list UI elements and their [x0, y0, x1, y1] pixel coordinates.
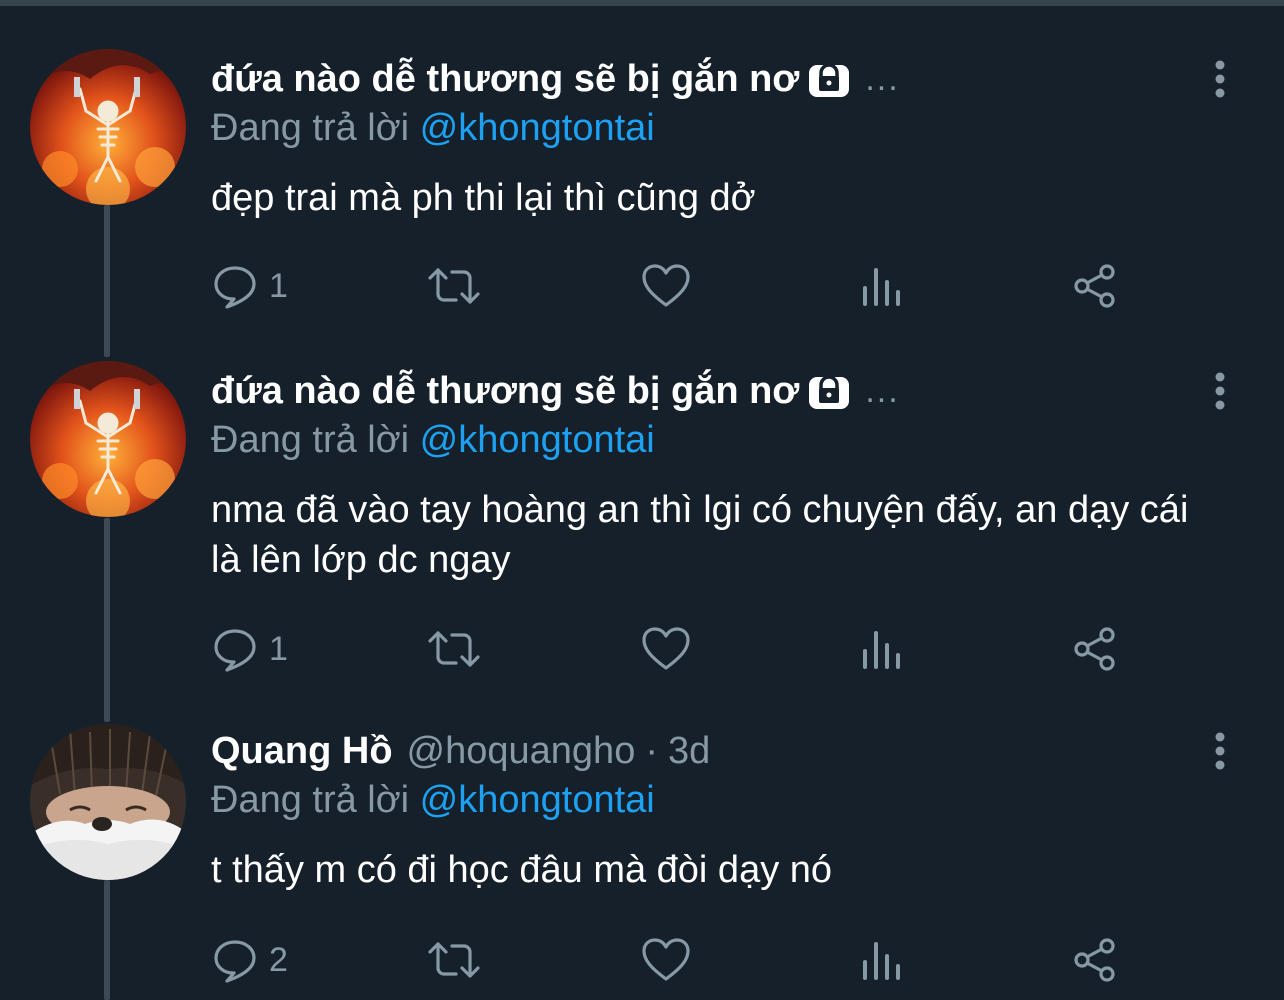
reply-button[interactable]: 1 — [211, 625, 288, 673]
replying-prefix: Đang trả lời — [211, 419, 410, 461]
separator-dot: · — [645, 729, 658, 772]
mention-link[interactable]: @khongtontai — [420, 419, 655, 461]
retweet-icon — [428, 942, 480, 978]
action-bar: 2 — [211, 936, 1131, 984]
action-bar: 1 — [211, 625, 1131, 673]
heart-icon — [642, 627, 690, 670]
analytics-icon — [863, 942, 900, 980]
tweet-text: đẹp trai mà ph thi lại thì cũng dở — [211, 177, 756, 219]
replying-prefix: Đang trả lời — [211, 779, 410, 821]
reply-count: 2 — [269, 940, 288, 979]
more-options-icon[interactable] — [1200, 55, 1240, 103]
reply-icon — [214, 940, 256, 983]
lock-icon — [807, 57, 851, 101]
analytics-icon — [863, 268, 900, 306]
heart-icon — [642, 264, 690, 307]
tweet-header: Quang Hồ @hoquangho · 3d — [211, 727, 710, 775]
mention-link[interactable]: @khongtontai — [420, 779, 655, 821]
replying-prefix: Đang trả lời — [211, 107, 410, 149]
heart-icon — [642, 938, 690, 981]
timestamp[interactable]: 3d — [668, 730, 710, 773]
top-divider — [0, 0, 1284, 6]
avatar[interactable] — [30, 724, 186, 880]
reply-count: 1 — [269, 266, 288, 305]
share-button[interactable] — [1071, 262, 1119, 310]
like-button[interactable] — [641, 936, 691, 984]
analytics-button[interactable] — [859, 262, 903, 310]
replying-to: Đang trả lời @khongtontai — [211, 107, 655, 150]
user-handle[interactable]: @hoquangho — [407, 730, 636, 773]
tweet[interactable]: đứa nào dễ thương sẽ bị gắn nơ ... Đang … — [0, 361, 1284, 687]
analytics-icon — [863, 631, 900, 669]
reply-icon — [214, 266, 256, 309]
ellipsis: ... — [865, 59, 900, 98]
share-icon — [1074, 627, 1115, 671]
analytics-button[interactable] — [859, 625, 903, 673]
tweet-text: nma đã vào tay hoàng an thì lgi có chuyệ… — [211, 489, 1189, 581]
mention-link[interactable]: @khongtontai — [420, 107, 655, 149]
more-options-icon[interactable] — [1200, 367, 1240, 415]
share-button[interactable] — [1071, 936, 1119, 984]
tweet[interactable]: đứa nào dễ thương sẽ bị gắn nơ ... Đang … — [0, 49, 1284, 315]
like-button[interactable] — [641, 262, 691, 310]
like-button[interactable] — [641, 625, 691, 673]
tweet-text: t thấy m có đi học đâu mà đòi dạy nó — [211, 849, 833, 891]
tweet[interactable]: Quang Hồ @hoquangho · 3d Đang trả lời @k… — [0, 724, 1284, 1000]
retweet-icon — [428, 268, 480, 304]
display-name[interactable]: đứa nào dễ thương sẽ bị gắn nơ — [211, 370, 799, 413]
ellipsis: ... — [865, 371, 900, 410]
analytics-button[interactable] — [859, 936, 903, 984]
retweet-button[interactable] — [426, 936, 482, 984]
display-name[interactable]: đứa nào dễ thương sẽ bị gắn nơ — [211, 58, 799, 101]
action-bar: 1 — [211, 262, 1131, 310]
replying-to: Đang trả lời @khongtontai — [211, 419, 655, 462]
tweet-header: đứa nào dễ thương sẽ bị gắn nơ ... — [211, 367, 900, 415]
retweet-button[interactable] — [426, 625, 482, 673]
reply-button[interactable]: 2 — [211, 936, 288, 984]
avatar[interactable] — [30, 361, 186, 517]
more-options-icon[interactable] — [1200, 727, 1240, 775]
tweet-header: đứa nào dễ thương sẽ bị gắn nơ ... — [211, 55, 900, 103]
retweet-icon — [428, 631, 480, 667]
share-button[interactable] — [1071, 625, 1119, 673]
reply-icon — [214, 629, 256, 672]
share-icon — [1074, 938, 1115, 982]
retweet-button[interactable] — [426, 262, 482, 310]
reply-button[interactable]: 1 — [211, 262, 288, 310]
avatar[interactable] — [30, 49, 186, 205]
display-name[interactable]: Quang Hồ — [211, 730, 393, 773]
lock-icon — [807, 369, 851, 413]
share-icon — [1074, 264, 1115, 308]
reply-count: 1 — [269, 629, 288, 668]
replying-to: Đang trả lời @khongtontai — [211, 779, 655, 822]
